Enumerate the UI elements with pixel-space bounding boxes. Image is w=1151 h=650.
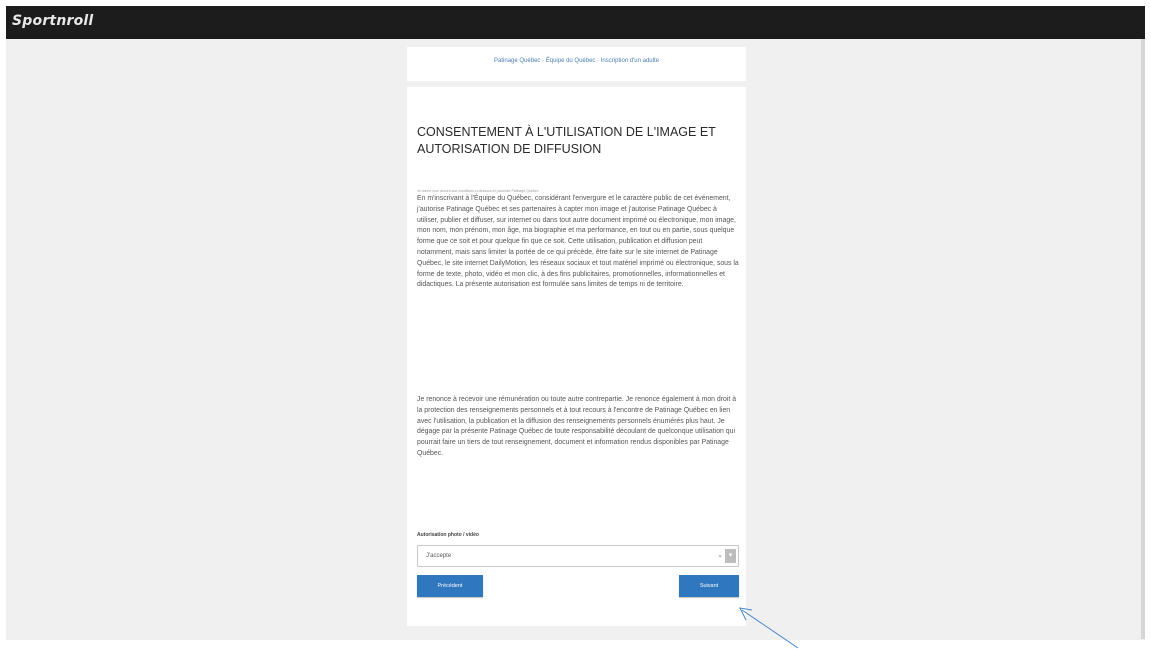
arrow-head-icon [739, 607, 753, 621]
annotation-arrow [739, 607, 799, 649]
arrow-line [741, 609, 799, 649]
